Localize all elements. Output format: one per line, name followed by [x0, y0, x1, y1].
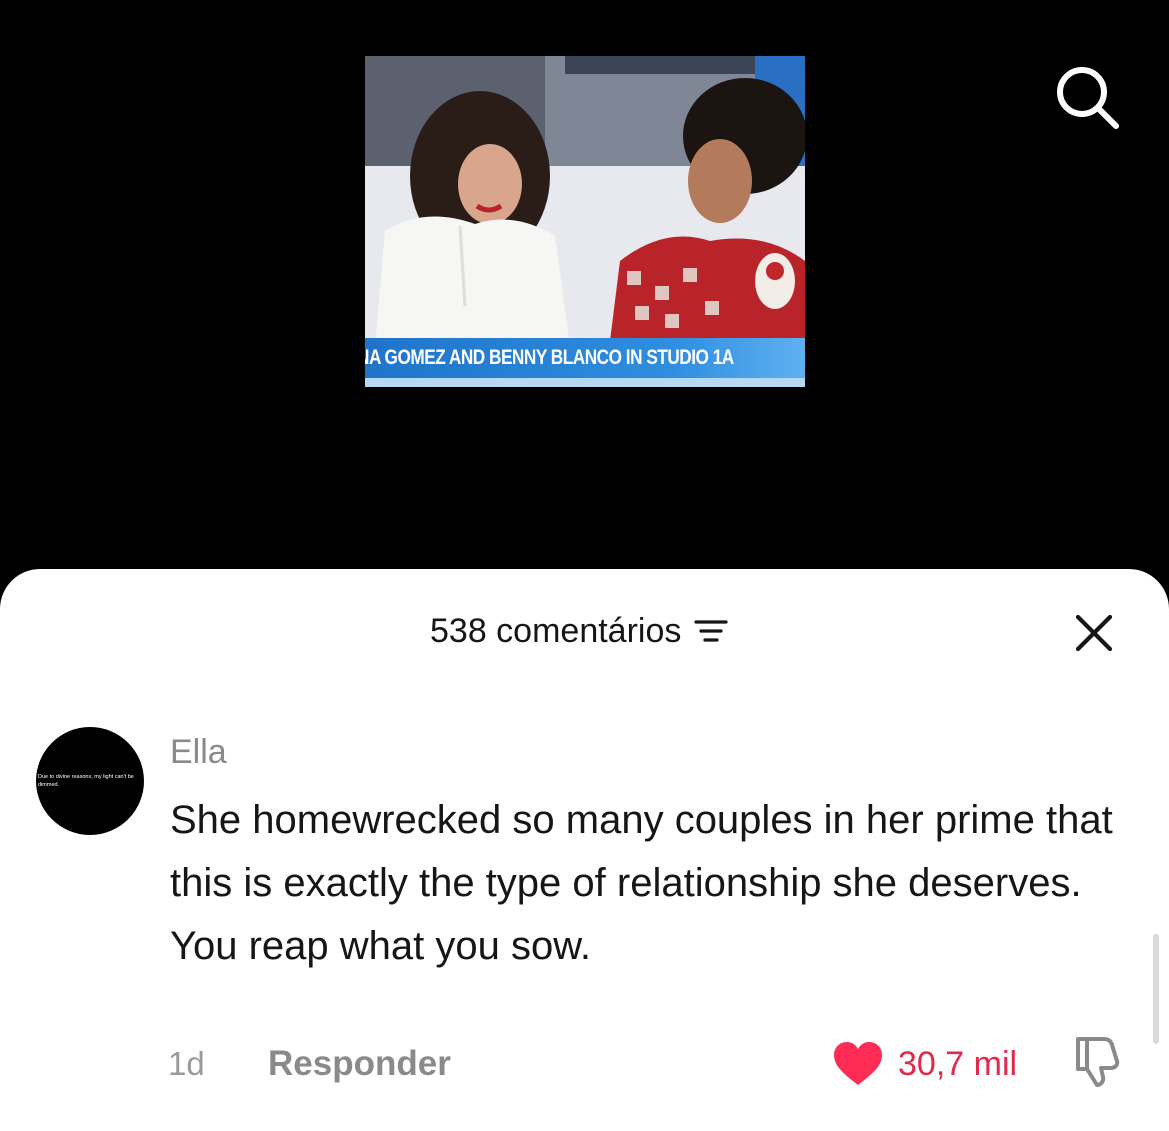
video-lower-third: NA GOMEZ AND BENNY BLANCO IN STUDIO 1A: [365, 338, 805, 378]
comment-text: She homewrecked so many couples in her p…: [170, 798, 1113, 968]
scrollbar[interactable]: [1153, 934, 1159, 1044]
video-player[interactable]: NA GOMEZ AND BENNY BLANCO IN STUDIO 1A: [0, 0, 1169, 600]
heart-icon: [834, 1042, 882, 1085]
search-icon[interactable]: [1050, 60, 1124, 134]
video-thumbnail[interactable]: NA GOMEZ AND BENNY BLANCO IN STUDIO 1A: [365, 56, 805, 387]
comments-header: 538 comentários: [0, 609, 1169, 653]
comment-count-sort[interactable]: 538 comentários: [430, 609, 729, 653]
like-count: 30,7 mil: [898, 1045, 1018, 1083]
reply-button[interactable]: Responder: [268, 1039, 451, 1089]
like-button[interactable]: 30,7 mil: [832, 1039, 1017, 1089]
close-icon: [1075, 614, 1113, 652]
filter-icon[interactable]: [693, 617, 729, 645]
comment-timestamp: 1d: [168, 1045, 205, 1082]
comments-sheet: 538 comentários Due to divine reasons, m…: [0, 569, 1169, 1131]
comment-username[interactable]: Ella: [170, 733, 227, 772]
close-button[interactable]: [1068, 607, 1120, 659]
comment-actions: 1d Responder 30,7 mil: [0, 1037, 1169, 1089]
avatar-text: Due to divine reasons, my light can't be…: [38, 774, 134, 788]
comment-count: 538 comentários: [430, 612, 682, 650]
lower-third-strip: [365, 378, 805, 387]
video-caption: NA GOMEZ AND BENNY BLANCO IN STUDIO 1A: [365, 346, 734, 369]
thumbs-down-icon[interactable]: [1068, 1031, 1126, 1089]
avatar[interactable]: Due to divine reasons, my light can't be…: [36, 727, 144, 835]
